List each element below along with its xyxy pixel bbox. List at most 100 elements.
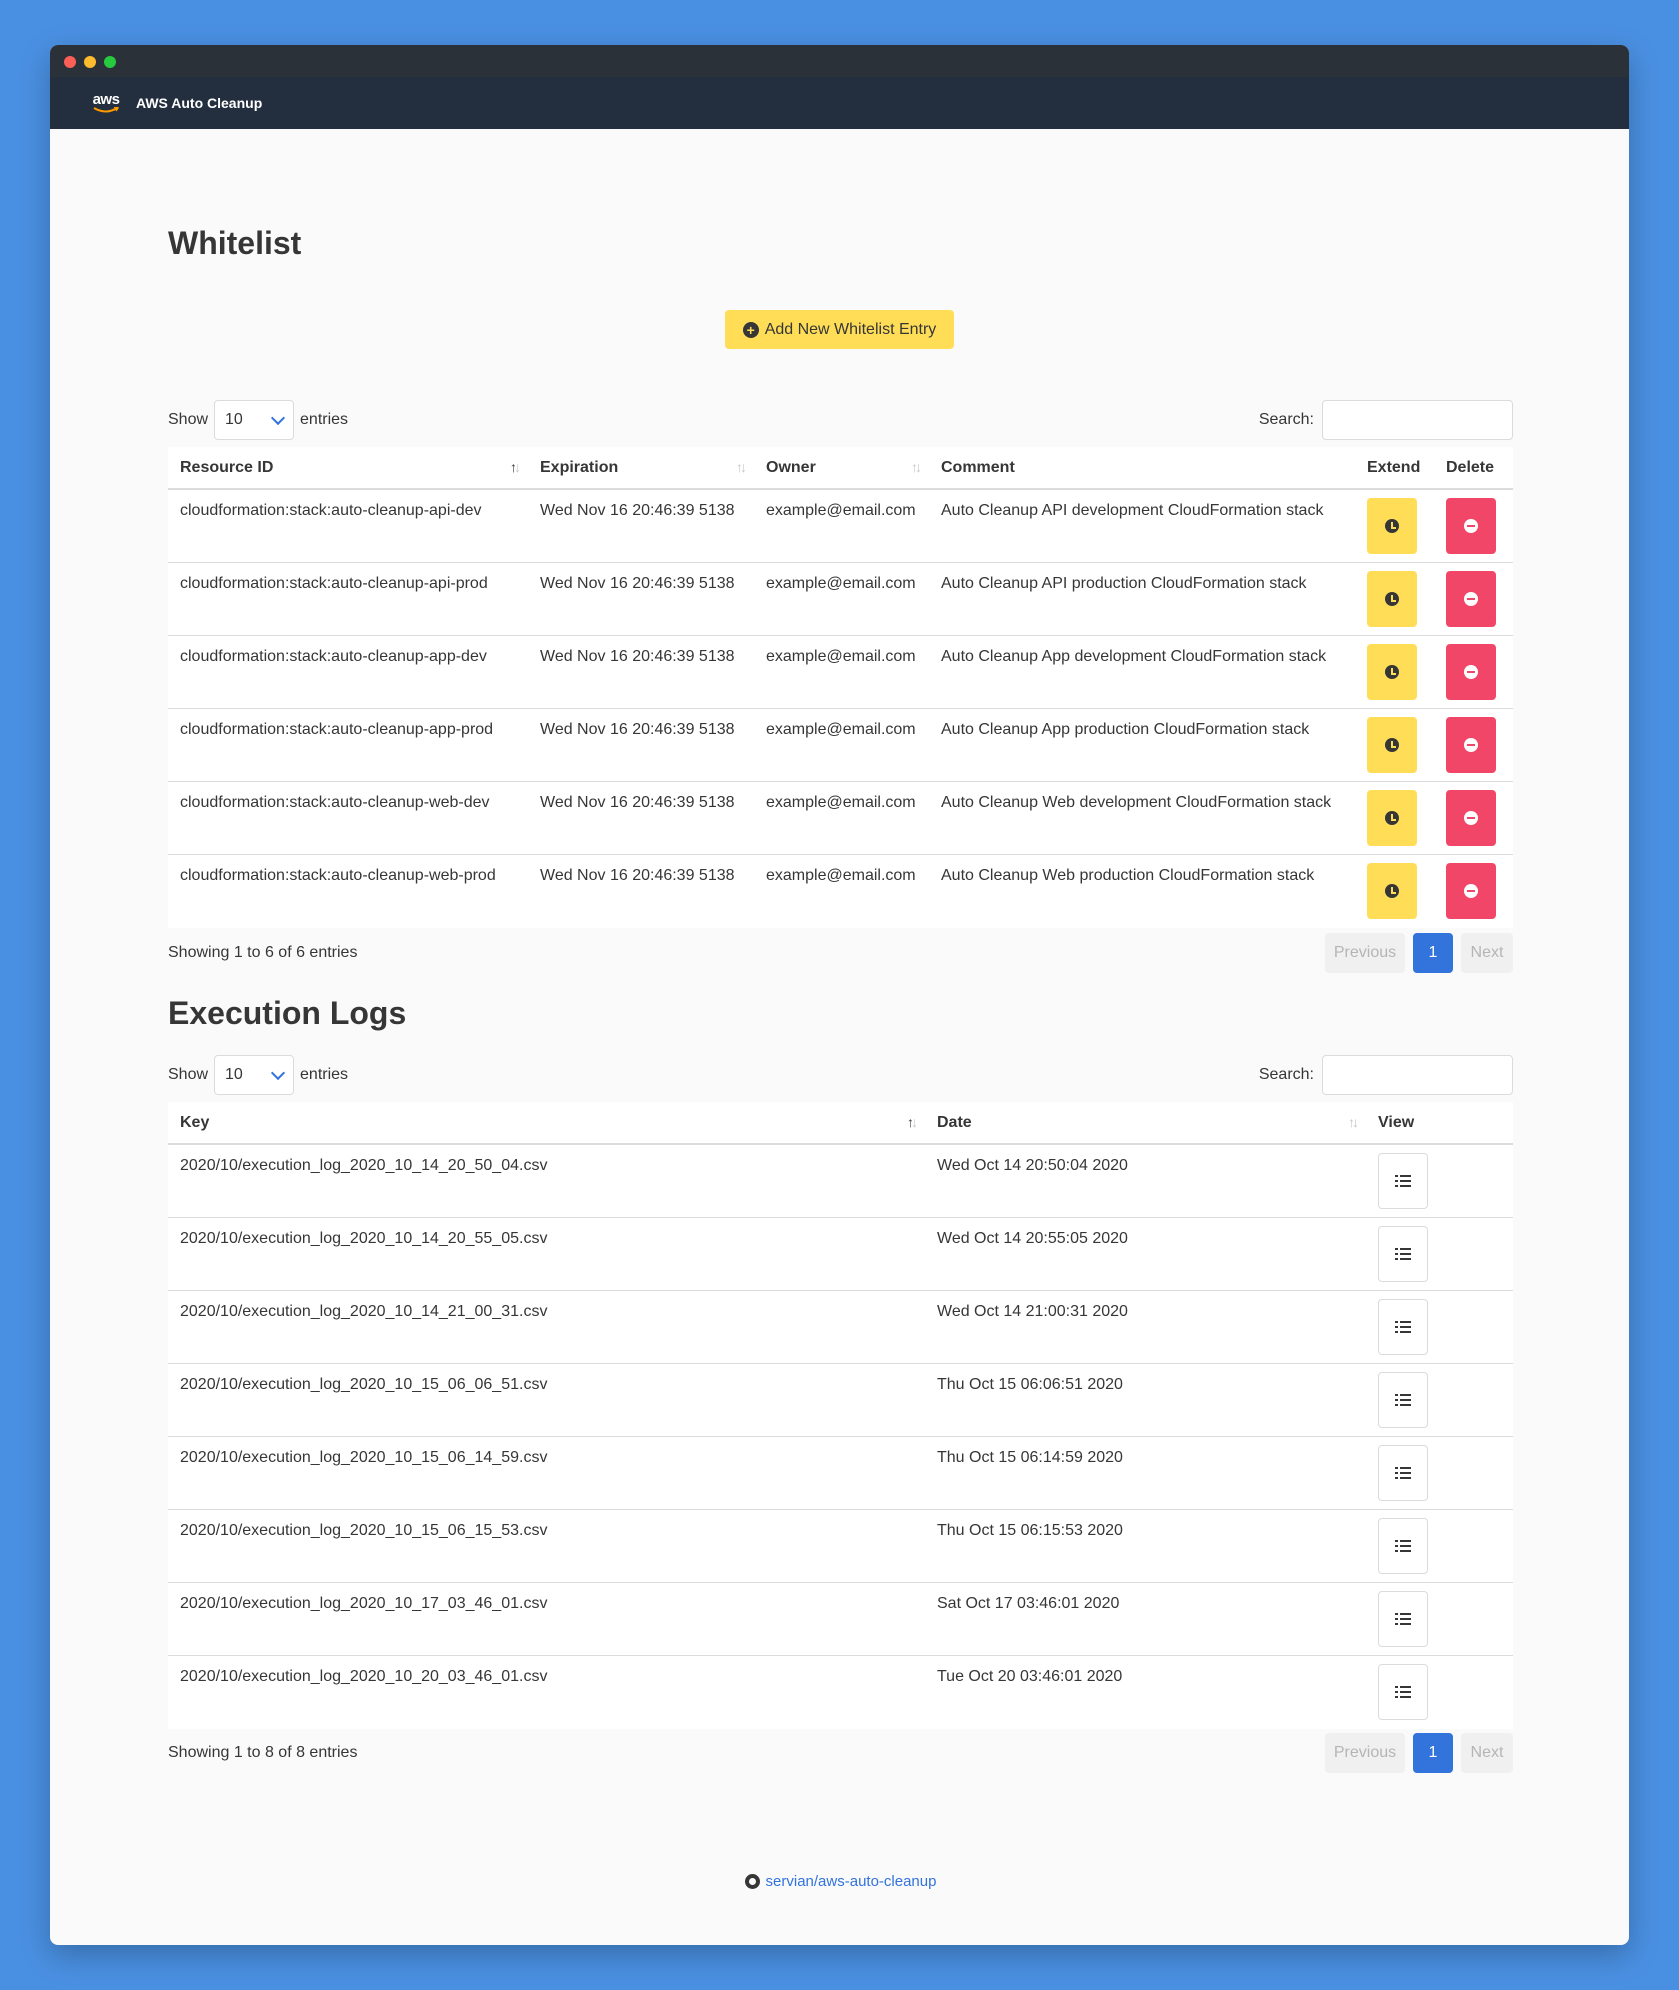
comment-cell: Auto Cleanup Web production CloudFormati… xyxy=(941,867,1315,884)
table-row: cloudformation:stack:auto-cleanup-api-de… xyxy=(168,489,1513,563)
minus-circle-icon xyxy=(1464,665,1478,679)
extend-button[interactable] xyxy=(1367,717,1417,773)
minimize-window-button[interactable] xyxy=(84,56,96,68)
aws-logo-icon[interactable]: aws xyxy=(90,89,122,117)
next-page-button[interactable]: Next xyxy=(1461,1733,1513,1773)
comment-cell: Auto Cleanup App development CloudFormat… xyxy=(929,635,1355,709)
table-row: 2020/10/execution_log_2020_10_14_20_55_0… xyxy=(168,1217,1513,1291)
list-icon xyxy=(1395,1613,1411,1625)
view-log-button[interactable] xyxy=(1378,1299,1428,1355)
aws-smile-icon xyxy=(93,107,119,113)
plus-circle-icon: + xyxy=(742,321,759,338)
minus-circle-icon xyxy=(1464,519,1478,533)
expiration-cell: Wed Nov 16 20:46:39 5138 xyxy=(528,562,754,636)
view-log-button[interactable] xyxy=(1378,1372,1428,1428)
extend-button[interactable] xyxy=(1367,644,1417,700)
table-header-row: Key ↑↓ Date ↑↓ View xyxy=(168,1102,1513,1145)
extend-button[interactable] xyxy=(1367,863,1417,919)
delete-button[interactable] xyxy=(1446,571,1496,627)
previous-page-button[interactable]: Previous xyxy=(1325,933,1405,973)
logs-page-length-select[interactable]: 10 xyxy=(214,1055,295,1095)
sort-icon: ↑↓ xyxy=(1348,1114,1359,1130)
page-1-button[interactable]: 1 xyxy=(1413,1733,1453,1773)
aws-logo-text: aws xyxy=(92,91,120,108)
column-header-date[interactable]: Date ↑↓ xyxy=(925,1102,1366,1145)
maximize-window-button[interactable] xyxy=(104,56,116,68)
minus-circle-icon xyxy=(1464,811,1478,825)
column-header-owner[interactable]: Owner ↑↓ xyxy=(754,447,929,490)
column-header-view: View xyxy=(1366,1102,1513,1145)
key-cell: 2020/10/execution_log_2020_10_15_06_06_5… xyxy=(168,1363,925,1437)
execution-logs-table: Key ↑↓ Date ↑↓ View 2020/10/execution_log_… xyxy=(168,1102,1513,1729)
view-log-button[interactable] xyxy=(1378,1445,1428,1501)
date-cell: Tue Oct 20 03:46:01 2020 xyxy=(937,1668,1123,1685)
table-header-row: Resource ID ↑↓ Expiration ↑↓ Owner ↑↓ Comme… xyxy=(168,447,1513,490)
date-cell: Thu Oct 15 06:06:51 2020 xyxy=(925,1363,1366,1437)
clock-icon xyxy=(1385,738,1399,752)
github-icon xyxy=(744,1874,760,1889)
delete-button[interactable] xyxy=(1446,790,1496,846)
table-row: cloudformation:stack:auto-cleanup-app-pr… xyxy=(168,708,1513,782)
delete-button[interactable] xyxy=(1446,498,1496,554)
date-cell: Wed Oct 14 21:00:31 2020 xyxy=(925,1290,1366,1364)
view-log-button[interactable] xyxy=(1378,1518,1428,1574)
view-log-button[interactable] xyxy=(1378,1226,1428,1282)
sort-icon: ↑↓ xyxy=(736,459,747,475)
column-header-comment: Comment xyxy=(929,447,1355,490)
search-label: Search: xyxy=(1258,411,1314,428)
page-1-button[interactable]: 1 xyxy=(1413,933,1453,973)
table-row: cloudformation:stack:auto-cleanup-app-de… xyxy=(168,635,1513,709)
view-log-button[interactable] xyxy=(1378,1591,1428,1647)
table-row: cloudformation:stack:auto-cleanup-web-pr… xyxy=(168,855,1513,928)
delete-button[interactable] xyxy=(1446,717,1496,773)
sort-asc-icon: ↑↓ xyxy=(510,459,521,475)
add-whitelist-entry-button[interactable]: + Add New Whitelist Entry xyxy=(725,310,954,349)
github-repo-link[interactable]: servian/aws-auto-cleanup xyxy=(766,1873,937,1890)
column-header-expiration[interactable]: Expiration ↑↓ xyxy=(528,447,754,490)
expiration-cell: Wed Nov 16 20:46:39 5138 xyxy=(528,708,754,782)
key-cell: 2020/10/execution_log_2020_10_17_03_46_0… xyxy=(168,1582,925,1656)
close-window-button[interactable] xyxy=(64,56,76,68)
expiration-cell: Wed Nov 16 20:46:39 5138 xyxy=(528,489,754,563)
extend-button[interactable] xyxy=(1367,790,1417,846)
expiration-cell: Wed Nov 16 20:46:39 5138 xyxy=(528,781,754,855)
clock-icon xyxy=(1385,884,1399,898)
extend-button[interactable] xyxy=(1367,498,1417,554)
column-header-key[interactable]: Key ↑↓ xyxy=(168,1102,925,1145)
owner-cell: example@email.com xyxy=(754,781,929,855)
previous-page-button[interactable]: Previous xyxy=(1325,1733,1405,1773)
view-log-button[interactable] xyxy=(1378,1664,1428,1720)
resource-id-cell: cloudformation:stack:auto-cleanup-app-de… xyxy=(168,635,528,709)
delete-button[interactable] xyxy=(1446,863,1496,919)
resource-id-cell: cloudformation:stack:auto-cleanup-web-de… xyxy=(168,781,528,855)
clock-icon xyxy=(1385,592,1399,606)
delete-button[interactable] xyxy=(1446,644,1496,700)
logs-search-input[interactable] xyxy=(1322,1055,1513,1095)
resource-id-cell: cloudformation:stack:auto-cleanup-web-pr… xyxy=(180,867,496,884)
show-label: Show xyxy=(168,1066,209,1083)
logs-controls: Show 10 entries Search: xyxy=(168,1055,1513,1095)
whitelist-search-input[interactable] xyxy=(1322,400,1513,440)
sort-icon: ↑↓ xyxy=(911,459,922,475)
whitelist-controls: Show 10 entries Search: xyxy=(168,400,1513,440)
minus-circle-icon xyxy=(1464,592,1478,606)
clock-icon xyxy=(1385,519,1399,533)
brand-title[interactable]: AWS Auto Cleanup xyxy=(136,95,262,111)
list-icon xyxy=(1395,1321,1411,1333)
table-row: cloudformation:stack:auto-cleanup-api-pr… xyxy=(168,562,1513,636)
next-page-button[interactable]: Next xyxy=(1461,933,1513,973)
column-header-resource-id[interactable]: Resource ID ↑↓ xyxy=(168,447,528,490)
resource-id-cell: cloudformation:stack:auto-cleanup-app-pr… xyxy=(168,708,528,782)
whitelist-info: Showing 1 to 6 of 6 entries xyxy=(168,944,358,961)
clock-icon xyxy=(1385,811,1399,825)
resource-id-cell: cloudformation:stack:auto-cleanup-api-de… xyxy=(168,489,528,563)
list-icon xyxy=(1395,1248,1411,1260)
entries-label: entries xyxy=(300,411,349,428)
view-log-button[interactable] xyxy=(1378,1153,1428,1209)
logs-footer: Showing 1 to 8 of 8 entries Previous 1 N… xyxy=(168,1733,1513,1773)
comment-cell: Auto Cleanup Web development CloudFormat… xyxy=(929,781,1355,855)
search-label: Search: xyxy=(1258,1066,1314,1083)
whitelist-page-length-select[interactable]: 10 xyxy=(214,400,295,440)
extend-button[interactable] xyxy=(1367,571,1417,627)
key-cell: 2020/10/execution_log_2020_10_14_20_55_0… xyxy=(168,1217,925,1291)
